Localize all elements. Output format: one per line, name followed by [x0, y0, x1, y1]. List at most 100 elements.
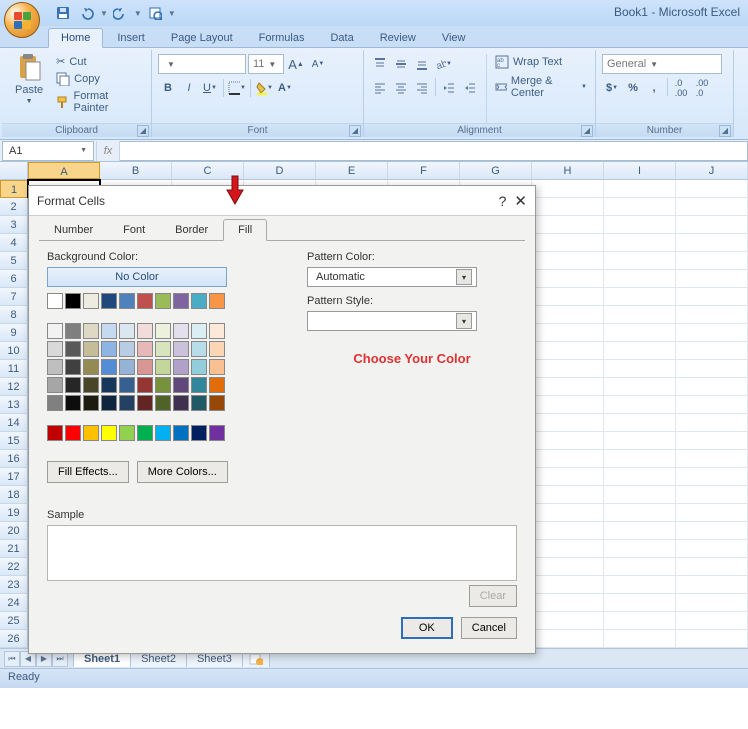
dialog-tab-border[interactable]: Border — [160, 219, 223, 240]
cell[interactable] — [532, 486, 604, 504]
cell[interactable] — [676, 198, 748, 216]
row-header[interactable]: 5 — [0, 252, 28, 270]
cell[interactable] — [532, 522, 604, 540]
color-swatch[interactable] — [119, 395, 135, 411]
font-color-button[interactable]: A▼ — [275, 78, 295, 98]
row-header[interactable]: 20 — [0, 522, 28, 540]
font-size-combo[interactable]: 11▼ — [248, 54, 284, 74]
cell[interactable] — [676, 288, 748, 306]
cell[interactable] — [532, 324, 604, 342]
color-swatch[interactable] — [83, 395, 99, 411]
color-swatch[interactable] — [47, 377, 63, 393]
color-swatch[interactable] — [155, 425, 171, 441]
color-swatch[interactable] — [65, 395, 81, 411]
redo-icon[interactable] — [110, 3, 132, 23]
undo-icon[interactable] — [76, 3, 98, 23]
color-swatch[interactable] — [209, 341, 225, 357]
row-header[interactable]: 2 — [0, 198, 28, 216]
cell[interactable] — [676, 324, 748, 342]
close-button[interactable]: ✕ — [514, 192, 527, 210]
color-swatch[interactable] — [47, 341, 63, 357]
no-color-button[interactable]: No Color — [47, 267, 227, 287]
cell[interactable] — [676, 396, 748, 414]
cell[interactable] — [604, 504, 676, 522]
cell[interactable] — [532, 450, 604, 468]
cell[interactable] — [604, 432, 676, 450]
cell[interactable] — [676, 612, 748, 630]
row-header[interactable]: 25 — [0, 612, 28, 630]
column-header[interactable]: J — [676, 162, 748, 179]
accounting-format-icon[interactable]: $▼ — [602, 78, 622, 98]
fill-color-button[interactable]: ▼ — [254, 78, 274, 98]
cell[interactable] — [676, 504, 748, 522]
cell[interactable] — [532, 432, 604, 450]
row-header[interactable]: 3 — [0, 216, 28, 234]
row-header[interactable]: 19 — [0, 504, 28, 522]
cell[interactable] — [532, 306, 604, 324]
pattern-color-select[interactable]: Automatic▾ — [307, 267, 477, 287]
cell[interactable] — [532, 216, 604, 234]
cell[interactable] — [676, 414, 748, 432]
cell[interactable] — [532, 414, 604, 432]
row-header[interactable]: 12 — [0, 378, 28, 396]
color-swatch[interactable] — [83, 359, 99, 375]
color-swatch[interactable] — [119, 341, 135, 357]
select-all-corner[interactable] — [0, 162, 28, 179]
fill-effects-button[interactable]: Fill Effects... — [47, 461, 129, 483]
cell[interactable] — [604, 198, 676, 216]
align-top-icon[interactable] — [370, 54, 390, 74]
font-launcher[interactable]: ◢ — [349, 125, 361, 137]
cell[interactable] — [676, 558, 748, 576]
cell[interactable] — [604, 576, 676, 594]
color-swatch[interactable] — [47, 293, 63, 309]
color-swatch[interactable] — [173, 323, 189, 339]
color-swatch[interactable] — [209, 293, 225, 309]
cell[interactable] — [532, 612, 604, 630]
column-header[interactable]: D — [244, 162, 316, 179]
color-swatch[interactable] — [173, 359, 189, 375]
cell[interactable] — [604, 414, 676, 432]
align-center-icon[interactable] — [391, 78, 411, 98]
cell[interactable] — [604, 468, 676, 486]
row-header[interactable]: 13 — [0, 396, 28, 414]
row-header[interactable]: 22 — [0, 558, 28, 576]
font-family-combo[interactable]: ▼ — [158, 54, 246, 74]
row-header[interactable]: 8 — [0, 306, 28, 324]
number-launcher[interactable]: ◢ — [719, 125, 731, 137]
alignment-launcher[interactable]: ◢ — [581, 125, 593, 137]
color-swatch[interactable] — [119, 323, 135, 339]
row-header[interactable]: 24 — [0, 594, 28, 612]
cell[interactable] — [532, 594, 604, 612]
color-swatch[interactable] — [119, 377, 135, 393]
row-header[interactable]: 15 — [0, 432, 28, 450]
color-swatch[interactable] — [137, 395, 153, 411]
color-swatch[interactable] — [65, 293, 81, 309]
cell[interactable] — [604, 378, 676, 396]
color-swatch[interactable] — [137, 293, 153, 309]
clear-button[interactable]: Clear — [469, 585, 517, 607]
cell[interactable] — [604, 288, 676, 306]
cell[interactable] — [676, 522, 748, 540]
row-header[interactable]: 9 — [0, 324, 28, 342]
color-swatch[interactable] — [191, 395, 207, 411]
cell[interactable] — [604, 180, 676, 198]
color-swatch[interactable] — [83, 425, 99, 441]
cell[interactable] — [676, 306, 748, 324]
color-swatch[interactable] — [83, 377, 99, 393]
row-header[interactable]: 7 — [0, 288, 28, 306]
bold-button[interactable]: B — [158, 78, 178, 98]
color-swatch[interactable] — [65, 341, 81, 357]
fx-icon[interactable]: fx — [96, 141, 120, 161]
color-swatch[interactable] — [83, 293, 99, 309]
color-swatch[interactable] — [65, 323, 81, 339]
tab-page-layout[interactable]: Page Layout — [159, 29, 245, 47]
color-swatch[interactable] — [173, 377, 189, 393]
orientation-icon[interactable]: ab▼ — [433, 54, 453, 74]
color-swatch[interactable] — [137, 377, 153, 393]
cell[interactable] — [604, 234, 676, 252]
cell[interactable] — [532, 396, 604, 414]
row-header[interactable]: 1 — [0, 180, 28, 198]
pattern-style-select[interactable]: ▾ — [307, 311, 477, 331]
color-swatch[interactable] — [47, 425, 63, 441]
dialog-tab-fill[interactable]: Fill — [223, 219, 267, 241]
